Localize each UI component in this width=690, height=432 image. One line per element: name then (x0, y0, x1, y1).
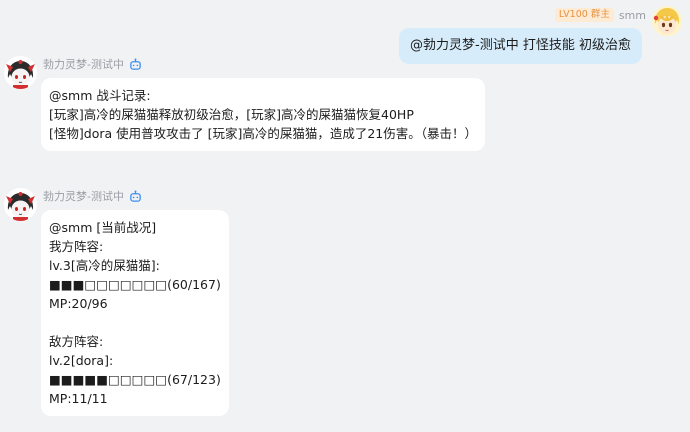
bot-message-meta-1: 勃力灵梦-测试中 (43, 56, 142, 72)
level-badge: LV100 群主 (554, 8, 614, 22)
status-line: 我方阵容: (49, 239, 104, 254)
chat-window: LV100 群主 smm @勃力灵梦-测试中 打怪技能 初级治愈 勃力灵梦-测试… (0, 0, 690, 432)
status-line: lv.2[dora]: (49, 353, 114, 368)
user-avatar[interactable] (652, 6, 682, 36)
bot-sender-name[interactable]: 勃力灵梦-测试中 (43, 188, 124, 204)
bot-sender-name[interactable]: 勃力灵梦-测试中 (43, 56, 124, 72)
status-line: 敌方阵容: (49, 334, 104, 349)
user-sender-name[interactable]: smm (619, 9, 646, 22)
mp-line: MP:11/11 (49, 391, 108, 406)
bot-avatar[interactable] (4, 188, 37, 221)
bot-message-row-2: 勃力灵梦-测试中 @smm [当前战况] 我方阵容: lv.3[高冷的屎猫猫]:… (4, 188, 229, 416)
status-line: @smm [当前战况] (49, 220, 157, 235)
robot-icon (130, 57, 141, 70)
reimu-chibi-avatar-icon (4, 56, 37, 89)
mp-line: MP:20/96 (49, 296, 108, 311)
user-message-meta: LV100 群主 smm (554, 6, 646, 24)
bot-message-main-2: 勃力灵梦-测试中 @smm [当前战况] 我方阵容: lv.3[高冷的屎猫猫]:… (41, 188, 229, 416)
bot-message-main-1: 勃力灵梦-测试中 @smm 战斗记录: [玩家]高冷的屎猫猫释放初级治愈，[玩家… (41, 56, 485, 151)
battle-log-line: @smm 战斗记录: (49, 88, 151, 103)
status-line: lv.3[高冷的屎猫猫]: (49, 258, 160, 273)
blonde-anime-avatar-icon (652, 6, 682, 36)
battle-log-line: [玩家]高冷的屎猫猫释放初级治愈，[玩家]高冷的屎猫猫恢复40HP (49, 107, 414, 122)
bot-avatar[interactable] (4, 56, 37, 89)
robot-icon (130, 189, 141, 202)
bot-message-row-1: 勃力灵梦-测试中 @smm 战斗记录: [玩家]高冷的屎猫猫释放初级治愈，[玩家… (4, 56, 485, 151)
bot-message-meta-2: 勃力灵梦-测试中 (43, 188, 142, 204)
battle-log-line: [怪物]dora 使用普攻攻击了 [玩家]高冷的屎猫猫，造成了21伤害。（暴击！… (49, 126, 477, 141)
bot-message-bubble-1[interactable]: @smm 战斗记录: [玩家]高冷的屎猫猫释放初级治愈，[玩家]高冷的屎猫猫恢复… (41, 78, 485, 151)
hp-bar-line: ■■■□□□□□□□(60/167) (49, 277, 221, 292)
hp-bar-line: ■■■■■□□□□□(67/123) (49, 372, 221, 387)
reimu-chibi-avatar-icon (4, 188, 37, 221)
bot-message-bubble-2[interactable]: @smm [当前战况] 我方阵容: lv.3[高冷的屎猫猫]: ■■■□□□□□… (41, 210, 229, 416)
